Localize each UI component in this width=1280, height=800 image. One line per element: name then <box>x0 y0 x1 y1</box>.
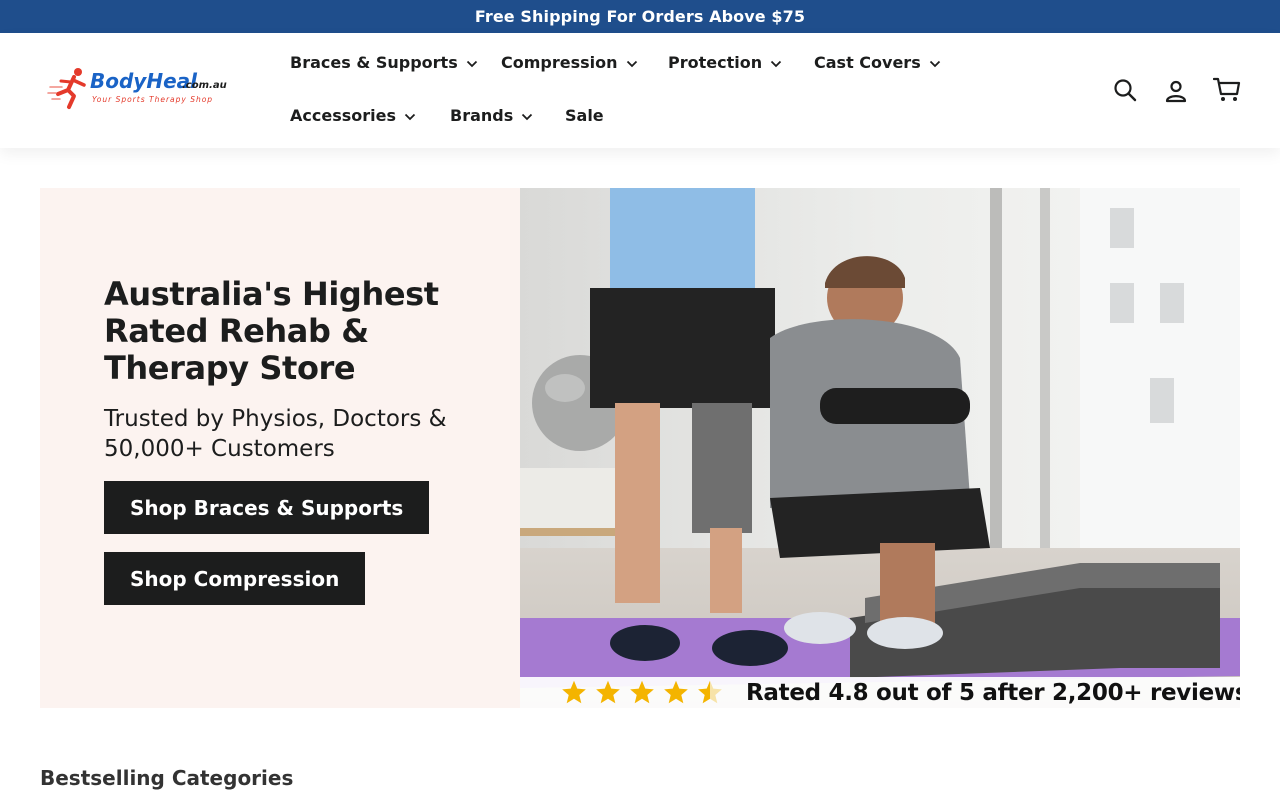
main-nav: Braces & Supports Compression Protection… <box>290 33 1050 148</box>
nav-item-compression[interactable]: Compression <box>501 53 638 72</box>
rating-band: Rated 4.8 out of 5 after 2,200+ reviews <box>520 677 1240 708</box>
chevron-down-icon <box>929 60 940 67</box>
nav-item-accessories[interactable]: Accessories <box>290 106 416 125</box>
hero-title: Australia's Highest Rated Rehab & Therap… <box>104 275 439 387</box>
search-button[interactable] <box>1110 75 1140 105</box>
chevron-down-icon <box>404 113 416 120</box>
bestselling-categories-title: Bestselling Categories <box>40 766 294 790</box>
runner-icon <box>47 68 86 109</box>
half-star-icon <box>698 680 722 704</box>
announcement-bar: Free Shipping For Orders Above $75 <box>0 0 1280 33</box>
star-icon <box>630 680 654 704</box>
star-icon <box>596 680 620 704</box>
logo[interactable]: BodyHeal .com.au Your Sports Therapy Sho… <box>44 63 244 113</box>
chevron-down-icon <box>770 60 782 67</box>
announcement-text: Free Shipping For Orders Above $75 <box>474 7 806 26</box>
hero-image <box>520 188 1240 708</box>
chevron-down-icon <box>522 113 533 120</box>
chevron-down-icon <box>466 60 477 67</box>
nav-item-label: Compression <box>501 53 618 72</box>
star-rating <box>560 679 724 706</box>
cart-button[interactable] <box>1212 75 1242 105</box>
physio-photo <box>520 188 1240 708</box>
star-icon <box>562 680 586 704</box>
hero-text: Australia's Highest Rated Rehab & Therap… <box>104 276 464 464</box>
search-icon <box>1114 79 1137 102</box>
cart-icon <box>1213 77 1241 101</box>
star-icon <box>664 680 688 704</box>
chevron-down-icon <box>626 60 637 67</box>
logo-tagline: Your Sports Therapy Shop <box>92 95 213 104</box>
nav-item-brands[interactable]: Brands <box>450 106 533 125</box>
nav-item-sale[interactable]: Sale <box>565 106 604 125</box>
nav-item-braces-supports[interactable]: Braces & Supports <box>290 53 478 72</box>
nav-item-cast-covers[interactable]: Cast Covers <box>814 53 941 72</box>
hero-banner: Australia's Highest Rated Rehab & Therap… <box>40 188 1240 708</box>
account-button[interactable] <box>1161 76 1191 106</box>
rating-text: Rated 4.8 out of 5 after 2,200+ reviews <box>746 679 1240 706</box>
account-icon <box>1165 80 1187 103</box>
logo-suffix: .com.au <box>182 80 227 91</box>
nav-item-label: Cast Covers <box>814 53 921 72</box>
site-header: BodyHeal .com.au Your Sports Therapy Sho… <box>0 33 1280 148</box>
nav-item-label: Brands <box>450 106 514 125</box>
nav-item-label: Accessories <box>290 106 396 125</box>
shop-compression-button[interactable]: Shop Compression <box>104 552 366 605</box>
nav-item-protection[interactable]: Protection <box>668 53 782 72</box>
nav-item-label: Braces & Supports <box>290 53 458 72</box>
nav-item-label: Protection <box>668 53 763 72</box>
nav-item-label: Sale <box>565 106 604 125</box>
shop-braces-button[interactable]: Shop Braces & Supports <box>104 481 430 534</box>
hero-subtitle: Trusted by Physios, Doctors & 50,000+ Cu… <box>104 406 447 462</box>
